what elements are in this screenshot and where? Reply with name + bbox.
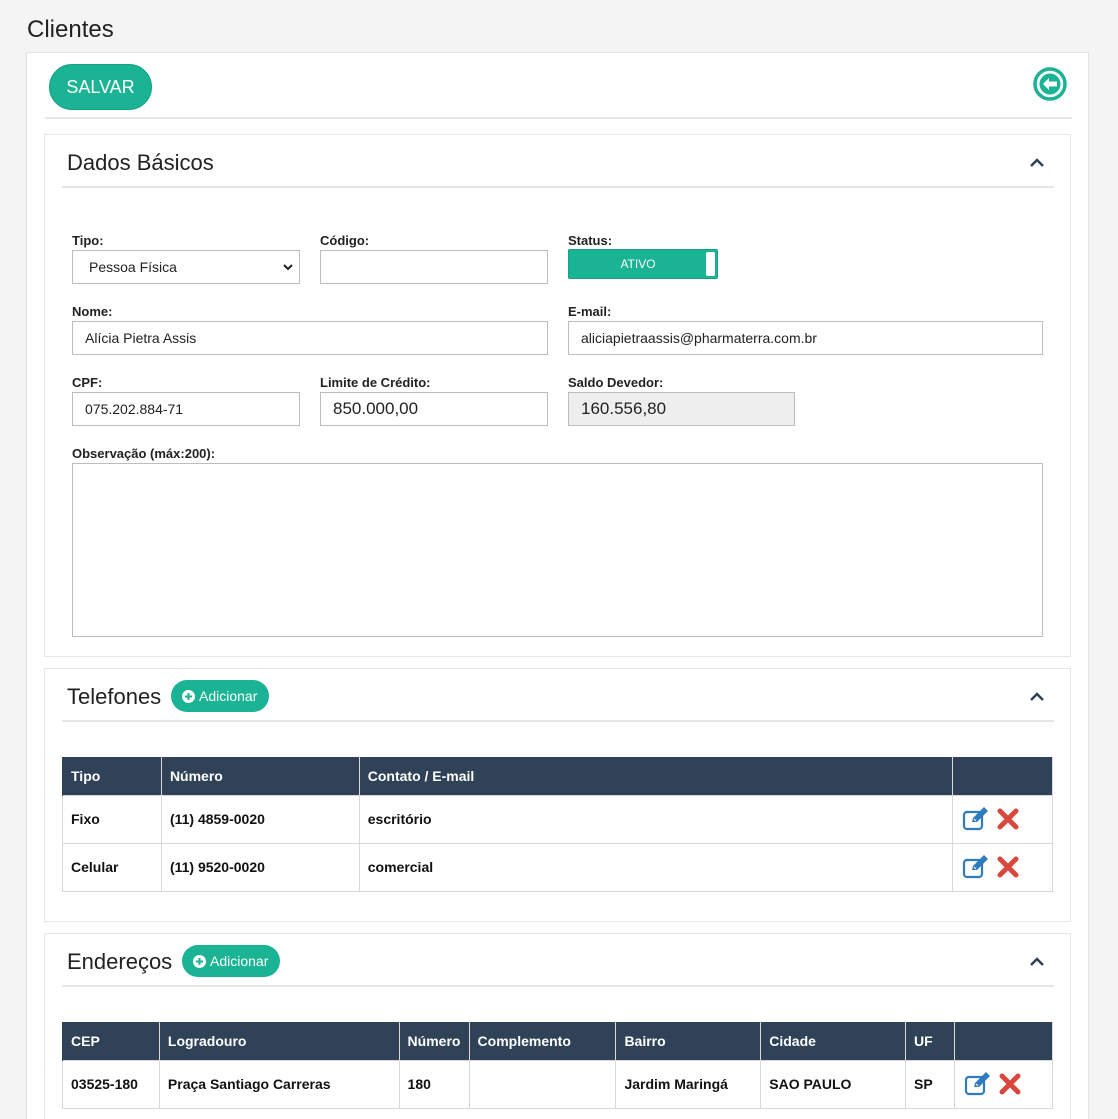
table-row: 03525-180 Praça Santiago Carreras 180 Ja… — [62, 1059, 1053, 1109]
tipo-select[interactable]: Pessoa Física — [72, 250, 300, 284]
saldo-devedor-label: Saldo Devedor: — [568, 375, 664, 390]
chevron-up-icon[interactable] — [1029, 156, 1045, 168]
cell-actions — [952, 842, 1053, 892]
close-icon — [999, 1073, 1021, 1095]
column-header: UF — [905, 1022, 955, 1060]
cell-tipo: Fixo — [62, 794, 162, 844]
telefones-table: Tipo Número Contato / E-mail Fixo (11) 4… — [62, 757, 1053, 892]
cell-cidade: SAO PAULO — [760, 1059, 907, 1109]
enderecos-title: Endereços — [67, 949, 173, 974]
table-row: Fixo (11) 4859-0020 escritório — [62, 794, 1053, 844]
observacao-label: Observação (máx:200): — [72, 446, 216, 461]
cell-numero: (11) 4859-0020 — [160, 794, 360, 844]
cell-numero: 180 — [398, 1059, 470, 1109]
chevron-up-icon[interactable] — [1029, 955, 1045, 967]
column-header: Cidade — [760, 1022, 907, 1060]
cell-complemento — [468, 1059, 617, 1109]
chevron-up-icon[interactable] — [1029, 690, 1045, 702]
dados-basicos-panel: Dados Básicos Tipo: Pessoa Física Código… — [44, 134, 1071, 657]
column-header: Logradouro — [158, 1022, 400, 1060]
close-icon — [997, 856, 1019, 878]
plus-circle-icon — [193, 954, 206, 968]
table-header-row: CEP Logradouro Número Complemento Bairro… — [62, 1022, 1053, 1060]
cell-tipo: Celular — [62, 842, 162, 892]
panel-divider — [62, 186, 1054, 188]
status-toggle-knob — [706, 252, 715, 276]
client-form-card: SALVAR Dados Básicos Tipo: Pessoa Física… — [26, 52, 1089, 1119]
status-toggle[interactable]: ATIVO — [568, 249, 718, 279]
dados-basicos-title: Dados Básicos — [67, 150, 214, 175]
close-icon — [997, 808, 1019, 830]
tipo-label: Tipo: — [72, 233, 104, 248]
edit-icon — [964, 1072, 990, 1096]
cpf-label: CPF: — [72, 375, 103, 390]
nome-input[interactable]: Alícia Pietra Assis — [72, 321, 548, 355]
column-header — [952, 757, 1053, 795]
edit-button[interactable] — [961, 804, 991, 834]
codigo-label: Código: — [320, 233, 370, 248]
tipo-select-value: Pessoa Física — [89, 259, 177, 275]
panel-divider — [62, 720, 1054, 722]
cpf-input[interactable]: 075.202.884-71 — [72, 392, 300, 426]
column-header: Tipo — [62, 757, 162, 795]
delete-button[interactable] — [993, 804, 1023, 834]
nome-label: Nome: — [72, 304, 113, 319]
row-actions — [963, 1069, 1044, 1099]
telefones-panel: Telefones Adicionar Tipo Número Contato … — [44, 668, 1071, 922]
limite-credito-input[interactable]: 850.000,00 — [320, 392, 548, 426]
email-label: E-mail: — [568, 304, 612, 319]
edit-button[interactable] — [963, 1069, 993, 1099]
panel-divider — [62, 985, 1054, 987]
edit-icon — [962, 855, 988, 879]
column-header — [954, 1022, 1053, 1060]
row-actions — [961, 804, 1044, 834]
email-input[interactable]: aliciapietraassis@pharmaterra.com.br — [568, 321, 1043, 355]
observacao-textarea[interactable] — [72, 463, 1043, 637]
cell-actions — [954, 1059, 1053, 1109]
cell-logradouro: Praça Santiago Carreras — [158, 1059, 400, 1109]
saldo-devedor-input: 160.556,80 — [568, 392, 795, 426]
column-header: Complemento — [468, 1022, 617, 1060]
arrow-circle-left-icon — [1033, 67, 1067, 101]
codigo-input[interactable] — [320, 250, 548, 284]
cell-uf: SP — [905, 1059, 955, 1109]
column-header: Contato / E-mail — [358, 757, 954, 795]
cell-contato: comercial — [358, 842, 954, 892]
delete-button[interactable] — [995, 1069, 1025, 1099]
column-header: Número — [398, 1022, 470, 1060]
limite-credito-label: Limite de Crédito: — [320, 375, 431, 390]
cell-cep: 03525-180 — [62, 1059, 160, 1109]
add-endereco-label: Adicionar — [210, 953, 269, 969]
save-button[interactable]: SALVAR — [49, 64, 152, 110]
toolbar-divider — [45, 117, 1072, 119]
telefones-title: Telefones — [67, 684, 162, 709]
add-telefone-button[interactable]: Adicionar — [171, 680, 270, 712]
add-endereco-button[interactable]: Adicionar — [182, 945, 281, 977]
back-button[interactable] — [1033, 67, 1067, 101]
cell-numero: (11) 9520-0020 — [160, 842, 360, 892]
enderecos-panel: Endereços Adicionar CEP Logradouro Númer… — [44, 933, 1071, 1119]
status-label: Status: — [568, 233, 613, 248]
row-actions — [961, 852, 1044, 882]
delete-button[interactable] — [993, 852, 1023, 882]
status-toggle-label: ATIVO — [620, 257, 656, 271]
enderecos-table: CEP Logradouro Número Complemento Bairro… — [62, 1022, 1053, 1109]
cell-bairro: Jardim Maringá — [615, 1059, 762, 1109]
add-telefone-label: Adicionar — [199, 688, 258, 704]
column-header: Número — [160, 757, 360, 795]
table-header-row: Tipo Número Contato / E-mail — [62, 757, 1053, 795]
column-header: Bairro — [615, 1022, 762, 1060]
page-title: Clientes — [27, 16, 114, 43]
column-header: CEP — [62, 1022, 160, 1060]
edit-button[interactable] — [961, 852, 991, 882]
cell-actions — [952, 794, 1053, 844]
edit-icon — [962, 807, 988, 831]
plus-circle-icon — [182, 689, 195, 703]
cell-contato: escritório — [358, 794, 954, 844]
table-row: Celular (11) 9520-0020 comercial — [62, 842, 1053, 892]
chevron-down-icon — [283, 264, 293, 271]
